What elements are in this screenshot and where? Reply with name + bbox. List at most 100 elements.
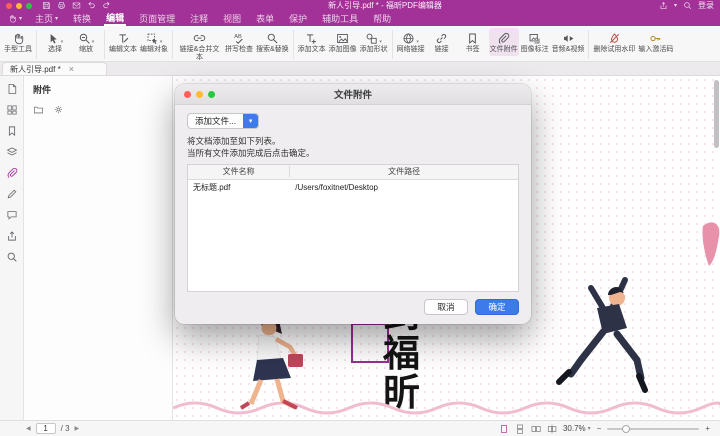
continuous-facing-view-icon[interactable]: [547, 424, 557, 434]
vertical-scrollbar-thumb[interactable]: [714, 80, 719, 148]
dialog-close-button[interactable]: [184, 91, 191, 98]
toolbar-button-edit-text[interactable]: 编辑文本: [108, 28, 138, 56]
single-page-view-icon[interactable]: [499, 424, 509, 434]
print-icon[interactable]: [57, 1, 66, 10]
dialog-hint-line-2: 当所有文件添加完成后点击确定。: [187, 147, 519, 159]
titlebar: 新人引导.pdf * - 福昕PDF编辑器 ▾ 登录: [0, 0, 720, 11]
toolbar-button-spell-check[interactable]: 拼写检查: [224, 28, 254, 56]
redo-icon[interactable]: [102, 1, 111, 10]
toolbar-button-link-merge-text[interactable]: 链接&合并文本: [176, 28, 223, 64]
fullscreen-window-button[interactable]: [26, 3, 32, 9]
save-icon[interactable]: [42, 1, 51, 10]
attachment-table-body: 无标题.pdf /Users/foxitnet/Desktop: [188, 180, 518, 291]
zoom-slider[interactable]: [607, 428, 699, 430]
toolbar-button-image-annotation[interactable]: 图像标注: [520, 28, 550, 56]
toolbar-button-select[interactable]: ▾ 选择: [40, 28, 70, 56]
cancel-button[interactable]: 取消: [424, 299, 468, 315]
link-icon: [435, 32, 448, 45]
tab-accessibility[interactable]: 辅助工具: [320, 11, 360, 26]
zoom-controls: 30.7% ▾ − +: [499, 424, 710, 434]
tab-home[interactable]: 主页▾: [33, 11, 60, 26]
toolbar-button-link[interactable]: 链接: [427, 28, 457, 56]
continuous-view-icon[interactable]: [515, 424, 525, 434]
titlebar-right: ▾ 登录: [659, 0, 714, 11]
zoom-out-button[interactable]: −: [597, 424, 602, 433]
toolbar-button-file-attachment[interactable]: 文件附件: [489, 28, 519, 56]
email-icon[interactable]: [72, 1, 81, 10]
dialog-zoom-button[interactable]: [208, 91, 215, 98]
bookmark-icon: [466, 32, 479, 45]
minimize-window-button[interactable]: [16, 3, 22, 9]
tab-help[interactable]: 帮助: [371, 11, 393, 26]
layers-icon[interactable]: [6, 146, 18, 158]
next-page-icon[interactable]: ▶: [75, 425, 80, 432]
toolbar-button-zoom[interactable]: ▾ 缩放: [71, 28, 101, 56]
zoom-dropdown-icon[interactable]: ▾: [588, 425, 591, 432]
open-attachment-icon[interactable]: [33, 104, 44, 115]
search-icon[interactable]: [6, 251, 18, 263]
window-title: 新人引导.pdf * - 福昕PDF编辑器: [111, 0, 659, 11]
zoom-percent-label: 30.7%: [563, 424, 586, 433]
toolbar-button-remove-trial-watermark[interactable]: 删除试用水印: [592, 28, 636, 56]
tab-form[interactable]: 表单: [254, 11, 276, 26]
toolbar-button-web-links[interactable]: ▾ 网络链接: [396, 28, 426, 56]
tab-convert[interactable]: 转换: [71, 11, 93, 26]
attachment-table-header: 文件名称 文件路径: [188, 165, 518, 180]
bookmarks-icon[interactable]: [6, 125, 18, 137]
facing-view-icon[interactable]: [531, 424, 541, 434]
page-navigation: ◀ / 3 ▶: [26, 423, 79, 434]
signature-icon[interactable]: [6, 188, 18, 200]
thumbnails-icon[interactable]: [6, 104, 18, 116]
add-file-button-label[interactable]: 添加文件...: [188, 114, 243, 128]
hand-tool-menu[interactable]: ▾: [8, 11, 22, 26]
share-icon[interactable]: [659, 1, 668, 10]
toolbar-button-add-image[interactable]: 添加图像: [328, 28, 358, 56]
dialog-body: 添加文件... ▾ 将文档添加至如下列表。 当所有文件添加完成后点击确定。 文件…: [175, 105, 531, 292]
dialog-minimize-button[interactable]: [196, 91, 203, 98]
search-icon[interactable]: [683, 1, 692, 10]
select-cursor-icon: [47, 32, 60, 45]
toolbar-button-add-shapes[interactable]: ▾ 添加形状: [359, 28, 389, 56]
chevron-down-icon: ▾: [92, 39, 95, 45]
close-window-button[interactable]: [6, 3, 12, 9]
toolbar-button-audio-video[interactable]: 音频&视频: [551, 28, 586, 56]
undo-icon[interactable]: [87, 1, 96, 10]
chevron-down-icon[interactable]: ▾: [674, 2, 677, 9]
dialog-titlebar[interactable]: 文件附件: [175, 84, 531, 105]
add-file-dropdown-button[interactable]: ▾: [243, 114, 258, 128]
settings-gear-icon[interactable]: [53, 104, 64, 115]
image-annotation-icon: [528, 32, 541, 45]
window-controls: [6, 3, 32, 9]
toolbar-button-edit-object[interactable]: ▾ 编辑对象: [139, 28, 169, 56]
link-merge-icon: [193, 32, 206, 45]
toolbar-button-hand-tool[interactable]: 手型工具: [3, 28, 33, 56]
tab-edit[interactable]: 编辑: [104, 11, 126, 26]
toolbar-button-enter-activation-code[interactable]: 输入激活码: [637, 28, 674, 56]
page-icon[interactable]: [6, 83, 18, 95]
close-tab-icon[interactable]: ×: [69, 65, 74, 74]
page-total-label: / 3: [61, 424, 70, 433]
account-label[interactable]: 登录: [698, 0, 714, 11]
edit-toolbar: 手型工具 ▾ 选择 ▾ 缩放 编辑文本 ▾ 编辑对象 链接&合并文本 拼写检查: [0, 26, 720, 62]
table-row[interactable]: 无标题.pdf /Users/foxitnet/Desktop: [188, 180, 518, 196]
attachments-icon[interactable]: [6, 167, 18, 179]
ok-button[interactable]: 确定: [475, 299, 519, 315]
document-tab[interactable]: 新人引导.pdf * ×: [2, 62, 107, 75]
toolbar-button-add-text[interactable]: 添加文本: [297, 28, 327, 56]
toolbar-button-bookmark[interactable]: 书签: [458, 28, 488, 56]
zoom-slider-thumb[interactable]: [622, 425, 630, 433]
attachment-table: 文件名称 文件路径 无标题.pdf /Users/foxitnet/Deskto…: [187, 164, 519, 292]
comments-icon[interactable]: [6, 209, 18, 221]
toolbar-button-search-replace[interactable]: 搜索&替换: [255, 28, 290, 56]
tab-view[interactable]: 视图: [221, 11, 243, 26]
quick-access-toolbar: [42, 1, 111, 10]
add-file-split-button[interactable]: 添加文件... ▾: [187, 113, 259, 129]
page-number-input[interactable]: [36, 423, 56, 434]
zoom-in-button[interactable]: +: [705, 424, 710, 433]
tab-protect[interactable]: 保护: [287, 11, 309, 26]
chevron-down-icon: ▾: [61, 39, 64, 45]
previous-page-icon[interactable]: ◀: [26, 425, 31, 432]
share-icon[interactable]: [6, 230, 18, 242]
tab-page-management[interactable]: 页面管理: [137, 11, 177, 26]
tab-comment[interactable]: 注释: [188, 11, 210, 26]
